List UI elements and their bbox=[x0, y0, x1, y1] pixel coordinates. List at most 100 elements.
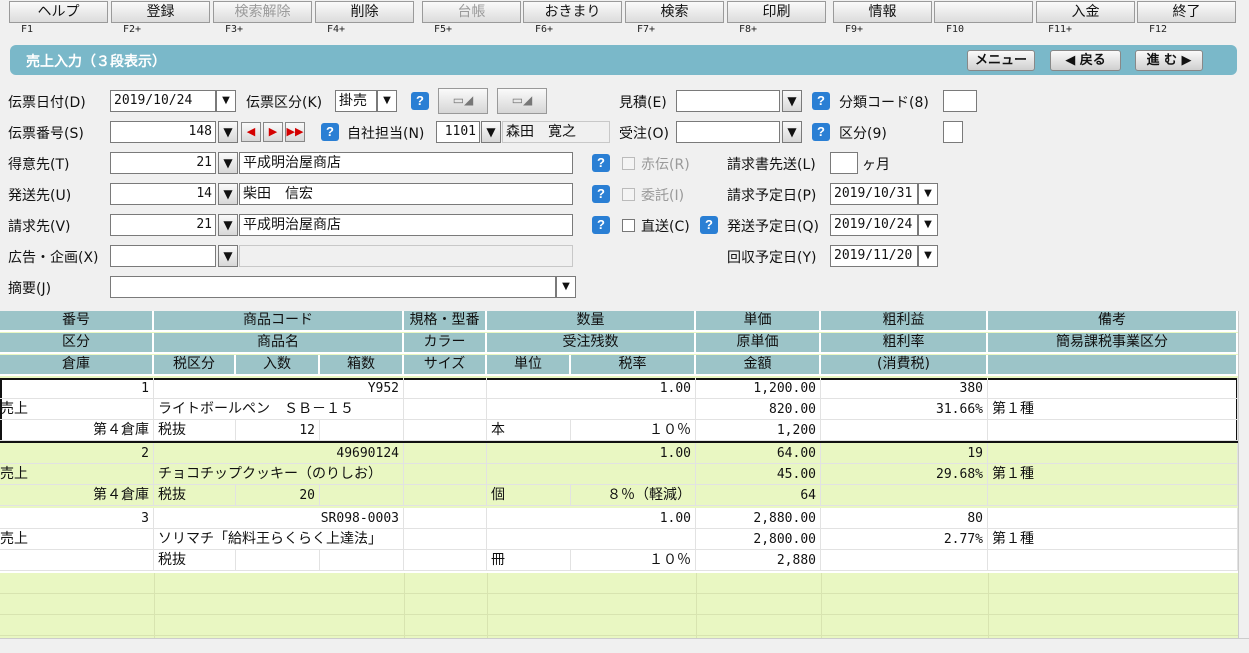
cell-unit[interactable]: 冊 bbox=[487, 550, 571, 571]
customer-help-icon[interactable]: ? bbox=[592, 154, 610, 172]
cell-cost-price[interactable]: 2,800.00 bbox=[696, 529, 821, 550]
cell-pack-qty[interactable] bbox=[236, 550, 320, 571]
estimate-picker-icon[interactable]: ▼ bbox=[782, 90, 802, 112]
empty-row[interactable] bbox=[0, 615, 1238, 636]
cell-unit[interactable]: 本 bbox=[487, 420, 571, 441]
back-button[interactable]: ◀ 戻る bbox=[1050, 50, 1121, 71]
cell-number[interactable]: 2 bbox=[0, 443, 154, 464]
cell-product-name[interactable]: チョコチップクッキー（のりしお） bbox=[154, 464, 404, 485]
cell-unit-price[interactable]: 1,200.00 bbox=[696, 378, 821, 399]
cell-tax-rate[interactable]: ８％（軽減） bbox=[571, 485, 696, 506]
date-input[interactable]: 2019/10/24 bbox=[110, 90, 216, 112]
memo-dropdown-icon[interactable]: ▼ bbox=[556, 276, 576, 298]
cell-pack-qty[interactable]: 12 bbox=[236, 420, 320, 441]
prev-slip-icon[interactable]: ◀ bbox=[241, 122, 261, 142]
customer-picker-icon[interactable]: ▼ bbox=[218, 152, 238, 174]
cell-size[interactable] bbox=[404, 550, 487, 571]
cell-simplified-tax[interactable]: 第１種 bbox=[988, 399, 1238, 420]
slip-number-picker-icon[interactable]: ▼ bbox=[218, 121, 238, 143]
staff-code-input[interactable]: 1101 bbox=[436, 121, 480, 143]
detail-record[interactable]: 1 Y952 1.00 1,200.00 380 売上 ライトボールペン ＳＢ－… bbox=[0, 378, 1238, 443]
direct-ship-checkbox[interactable] bbox=[622, 219, 635, 232]
bill-date-input[interactable]: 2019/10/31 bbox=[830, 183, 918, 205]
bill-to-help-icon[interactable]: ? bbox=[592, 216, 610, 234]
cell-notes[interactable] bbox=[988, 508, 1238, 529]
cell-product-name[interactable]: ソリマチ「給料王らくらく上達法」 bbox=[154, 529, 404, 550]
grid-scrollbar[interactable] bbox=[1238, 311, 1249, 638]
cell-amount[interactable]: 64 bbox=[696, 485, 821, 506]
bill-to-name-input[interactable]: 平成明治屋商店 bbox=[239, 214, 573, 236]
cell-product-code[interactable]: 49690124 bbox=[154, 443, 404, 464]
last-slip-icon[interactable]: ▶▶ bbox=[285, 122, 305, 142]
ad-plan-picker-icon[interactable]: ▼ bbox=[218, 245, 238, 267]
red-slip-checkbox[interactable] bbox=[622, 157, 635, 170]
order-input[interactable] bbox=[676, 121, 780, 143]
customer-name-input[interactable]: 平成明治屋商店 bbox=[239, 152, 573, 174]
order-help-icon[interactable]: ? bbox=[812, 123, 830, 141]
cell-product-name[interactable]: ライトボールペン ＳＢ－１５ bbox=[154, 399, 404, 420]
cell-spec[interactable] bbox=[404, 378, 487, 399]
cell-size[interactable] bbox=[404, 485, 487, 506]
detail-record[interactable]: 3 SR098-0003 1.00 2,880.00 80 売上 ソリマチ「給料… bbox=[0, 508, 1238, 573]
slip-number-input[interactable]: 148 bbox=[110, 121, 216, 143]
estimate-input[interactable] bbox=[676, 90, 780, 112]
customer-code-input[interactable]: 21 bbox=[110, 152, 216, 174]
empty-row[interactable] bbox=[0, 594, 1238, 615]
cell-spec[interactable] bbox=[404, 443, 487, 464]
cell-tax-class[interactable]: 税抜 bbox=[154, 420, 236, 441]
cell-tax-rate[interactable]: １０％ bbox=[571, 550, 696, 571]
slip-kubun-dropdown-icon[interactable]: ▼ bbox=[377, 90, 397, 112]
cell-warehouse[interactable]: 第４倉庫 bbox=[0, 485, 154, 506]
ship-to-name-input[interactable]: 柴田 信宏 bbox=[239, 183, 573, 205]
cell-simplified-tax[interactable]: 第１種 bbox=[988, 529, 1238, 550]
cell-amount[interactable]: 1,200 bbox=[696, 420, 821, 441]
empty-row[interactable] bbox=[0, 573, 1238, 594]
copy-button-1[interactable]: ▭◢ bbox=[438, 88, 488, 114]
cell-pack-qty[interactable]: 20 bbox=[236, 485, 320, 506]
cell-kubun[interactable]: 売上 bbox=[0, 464, 154, 485]
slip-kubun-select[interactable]: 掛売 bbox=[335, 90, 377, 112]
cell-number[interactable]: 1 bbox=[0, 378, 154, 399]
cell-notes[interactable] bbox=[988, 378, 1238, 399]
copy-button-2[interactable]: ▭◢ bbox=[497, 88, 547, 114]
order-picker-icon[interactable]: ▼ bbox=[782, 121, 802, 143]
cell-cost-price[interactable]: 820.00 bbox=[696, 399, 821, 420]
bill-to-picker-icon[interactable]: ▼ bbox=[218, 214, 238, 236]
ship-date-input[interactable]: 2019/10/24 bbox=[830, 214, 918, 236]
cell-quantity[interactable]: 1.00 bbox=[487, 508, 696, 529]
cell-warehouse[interactable] bbox=[0, 550, 154, 571]
slip-number-help-icon[interactable]: ? bbox=[321, 123, 339, 141]
cell-color[interactable] bbox=[404, 464, 487, 485]
class-code-input[interactable] bbox=[943, 90, 977, 112]
cell-tax-class[interactable]: 税抜 bbox=[154, 485, 236, 506]
cell-tax-class[interactable]: 税抜 bbox=[154, 550, 236, 571]
cell-number[interactable]: 3 bbox=[0, 508, 154, 529]
ad-plan-code-input[interactable] bbox=[110, 245, 216, 267]
cell-unit[interactable]: 個 bbox=[487, 485, 571, 506]
class-input[interactable] bbox=[943, 121, 963, 143]
cell-spec[interactable] bbox=[404, 508, 487, 529]
cell-notes[interactable] bbox=[988, 443, 1238, 464]
cell-amount[interactable]: 2,880 bbox=[696, 550, 821, 571]
detail-record[interactable]: 2 49690124 1.00 64.00 19 売上 チョコチップクッキー（の… bbox=[0, 443, 1238, 508]
cell-color[interactable] bbox=[404, 529, 487, 550]
next-slip-icon[interactable]: ▶ bbox=[263, 122, 283, 142]
ship-to-help-icon[interactable]: ? bbox=[592, 185, 610, 203]
memo-input[interactable] bbox=[110, 276, 556, 298]
slip-kubun-help-icon[interactable]: ? bbox=[411, 92, 429, 110]
cell-size[interactable] bbox=[404, 420, 487, 441]
ship-to-code-input[interactable]: 14 bbox=[110, 183, 216, 205]
invoice-advance-input[interactable] bbox=[830, 152, 858, 174]
cell-unit-price[interactable]: 64.00 bbox=[696, 443, 821, 464]
cell-box-count[interactable] bbox=[320, 420, 404, 441]
ship-date-dropdown-icon[interactable]: ▼ bbox=[918, 214, 938, 236]
consign-checkbox[interactable] bbox=[622, 188, 635, 201]
cell-color[interactable] bbox=[404, 399, 487, 420]
cell-quantity[interactable]: 1.00 bbox=[487, 443, 696, 464]
cell-box-count[interactable] bbox=[320, 550, 404, 571]
bill-to-code-input[interactable]: 21 bbox=[110, 214, 216, 236]
cell-kubun[interactable]: 売上 bbox=[0, 529, 154, 550]
cell-product-code[interactable]: Y952 bbox=[154, 378, 404, 399]
direct-ship-help-icon[interactable]: ? bbox=[700, 216, 718, 234]
cell-warehouse[interactable]: 第４倉庫 bbox=[0, 420, 154, 441]
